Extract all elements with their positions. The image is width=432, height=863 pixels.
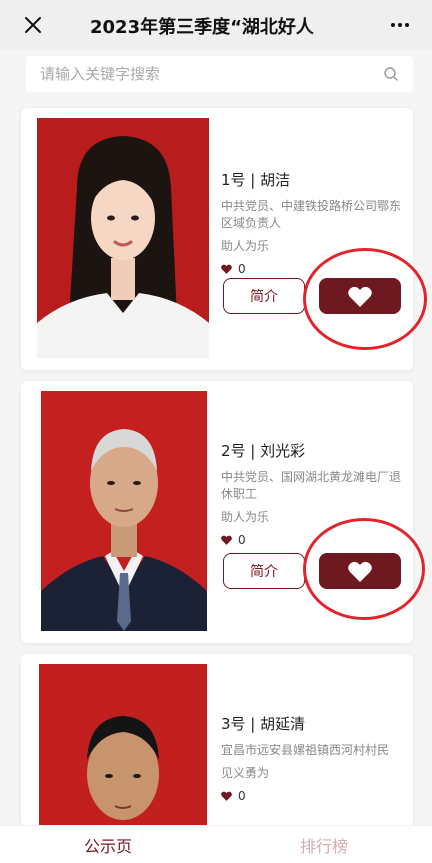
candidate-photo [39, 664, 207, 826]
candidate-card: 2号 | 刘光彩 中共党员、国网湖北黄龙滩电厂退休职工 助人为乐 0 简介 [21, 381, 413, 643]
top-bar: 2023年第三季度“湖北好人 [0, 0, 432, 50]
bottom-nav: 公示页 排行榜 [0, 825, 432, 863]
heart-icon [221, 535, 232, 545]
vote-count-value: 0 [238, 262, 246, 276]
candidate-card: 3号 | 胡延清 宜昌市远安县嫘祖镇西河村村民 见义勇为 0 [21, 654, 413, 826]
candidate-description: 中共党员、中建铁投路桥公司鄂东区域负责人 [221, 199, 402, 230]
candidate-description: 宜昌市远安县嫘祖镇西河村村民 [221, 743, 390, 757]
candidate-photo [41, 391, 207, 631]
like-button[interactable] [319, 553, 401, 589]
intro-button[interactable]: 简介 [223, 553, 305, 589]
candidate-category: 见义勇为 [221, 766, 270, 780]
page-title: 2023年第三季度“湖北好人 [90, 17, 314, 38]
heart-icon [221, 791, 232, 801]
heart-icon [348, 561, 372, 582]
candidate-name: 2号 | 刘光彩 [221, 442, 306, 460]
candidate-photo [37, 118, 209, 358]
vote-count: 0 [221, 261, 403, 277]
nav-item-ranking[interactable]: 排行榜 [216, 826, 432, 863]
heart-icon [221, 264, 232, 274]
vote-count: 0 [221, 532, 403, 548]
vote-count: 0 [221, 788, 403, 804]
intro-button[interactable]: 简介 [223, 278, 305, 314]
more-dots-icon[interactable] [386, 12, 414, 38]
heart-icon [348, 286, 372, 307]
candidate-name: 3号 | 胡延清 [221, 715, 306, 733]
candidate-name: 1号 | 胡洁 [221, 171, 291, 189]
vote-count-value: 0 [238, 533, 246, 547]
nav-item-public[interactable]: 公示页 [0, 826, 216, 863]
candidate-category: 助人为乐 [221, 510, 270, 524]
search-input[interactable] [26, 65, 366, 83]
candidate-description: 中共党员、国网湖北黄龙滩电厂退休职工 [221, 470, 402, 501]
search-icon[interactable] [383, 66, 399, 82]
candidate-card: 1号 | 胡洁 中共党员、中建铁投路桥公司鄂东区域负责人 助人为乐 0 简介 [21, 108, 413, 370]
vote-count-value: 0 [238, 789, 246, 803]
candidate-category: 助人为乐 [221, 239, 270, 253]
like-button[interactable] [319, 278, 401, 314]
close-icon[interactable] [20, 12, 46, 38]
search-bar [26, 56, 413, 92]
